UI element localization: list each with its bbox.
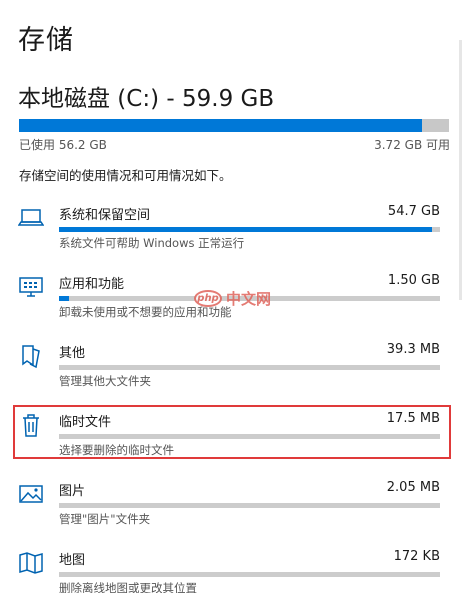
watermark-text: 中文网 [226,290,272,308]
watermark: php 中文网 [194,288,271,309]
category-name: 系统和保留空间 [59,208,151,223]
category-size: 39.3 MB [386,342,440,357]
watermark-logo: php [194,290,222,307]
document-other-icon [18,343,44,369]
category-usage-bar [59,365,440,370]
picture-icon [18,481,44,507]
category-subtitle: 删除离线地图或更改其位置 [59,581,197,593]
category-name: 其他 [59,346,86,361]
category-usage-bar [59,572,440,577]
page-title: 存储 [18,25,74,56]
category-size: 172 KB [393,549,440,564]
category-other[interactable]: 其他 39.3 MB 管理其他大文件夹 [0,341,462,405]
disk-usage-fill [19,119,423,132]
category-name: 地图 [59,553,86,568]
category-name: 应用和功能 [59,277,125,292]
category-pictures[interactable]: 图片 2.05 MB 管理"图片"文件夹 [0,479,462,543]
category-size: 1.50 GB [387,273,440,288]
map-icon [18,550,44,576]
disk-usage-bar [19,119,449,132]
laptop-icon [17,205,45,231]
used-space-label: 已使用 56.2 GB [19,138,107,152]
category-size: 2.05 MB [386,480,440,495]
category-system[interactable]: 系统和保留空间 54.7 GB 系统文件可帮助 Windows 正常运行 [0,203,462,267]
category-size: 54.7 GB [387,204,440,219]
category-subtitle: 管理其他大文件夹 [59,374,151,388]
category-usage-fill [59,227,432,232]
storage-description: 存储空间的使用情况和可用情况如下。 [19,168,232,183]
category-usage-fill [59,296,70,301]
category-usage-bar [59,227,440,232]
category-maps[interactable]: 地图 172 KB 删除离线地图或更改其位置 [0,548,462,593]
category-name: 图片 [59,484,86,499]
apps-monitor-icon [18,274,44,300]
highlight-box [13,405,451,459]
free-space-label: 3.72 GB 可用 [374,138,450,152]
category-usage-bar [59,503,440,508]
disk-title: 本地磁盘 (C:) - 59.9 GB [18,86,275,112]
category-subtitle: 系统文件可帮助 Windows 正常运行 [59,236,245,250]
category-subtitle: 管理"图片"文件夹 [59,512,151,526]
